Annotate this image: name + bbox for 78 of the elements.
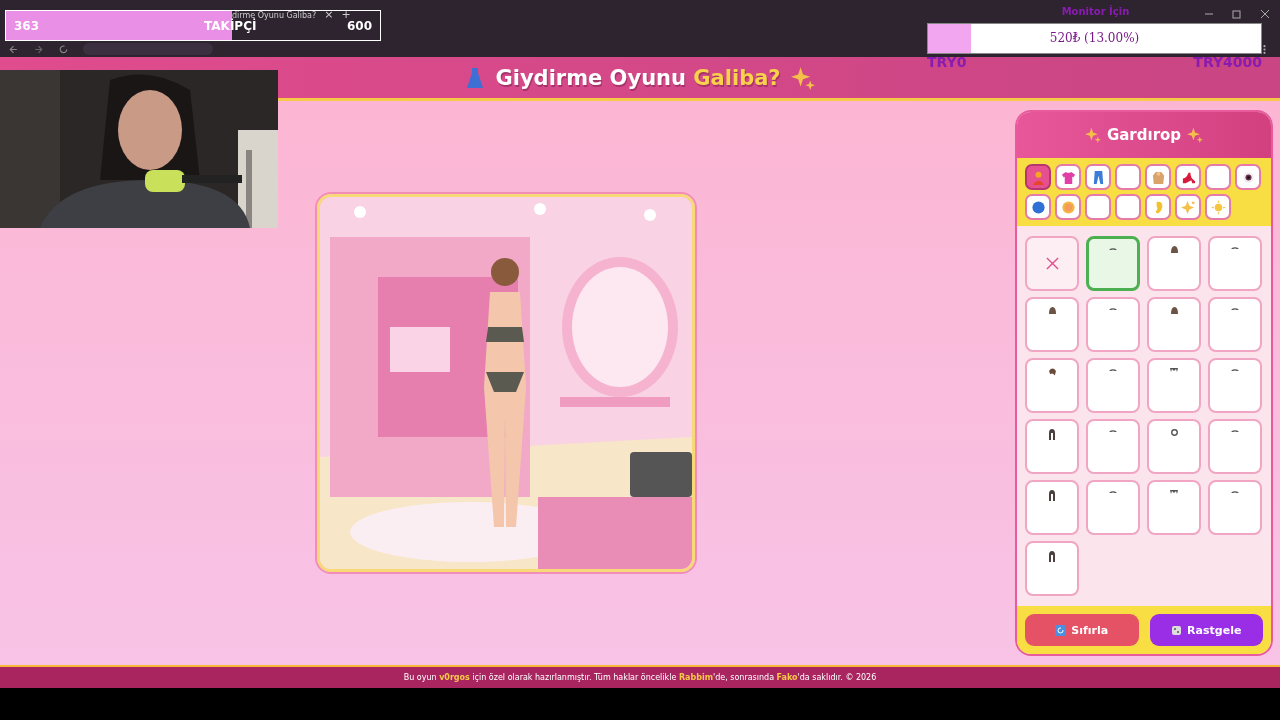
category-tab[interactable] [1235, 164, 1261, 190]
item-slot[interactable] [1025, 236, 1079, 291]
item-slot[interactable] [1208, 480, 1262, 535]
hair-icon [1109, 368, 1117, 372]
reload-icon[interactable] [58, 44, 69, 55]
new-tab-button[interactable]: + [341, 7, 351, 21]
item-slot[interactable] [1086, 480, 1140, 535]
sparkle-icon [1084, 127, 1101, 143]
goal-min: TRY0 [927, 54, 967, 70]
cross-icon [1045, 257, 1059, 270]
refresh-icon [1055, 624, 1067, 636]
item-slot[interactable] [1147, 297, 1201, 352]
tab-close-button[interactable]: × [324, 7, 334, 21]
game-title: Giydirme Oyunu Galiba? [495, 65, 781, 90]
item-slot[interactable] [1208, 419, 1262, 474]
face-icon [1060, 199, 1076, 215]
hair-icon [1170, 368, 1178, 372]
sparkle-icon [1180, 199, 1196, 215]
sun-icon [1210, 199, 1226, 215]
hair-icon [1170, 490, 1178, 494]
item-slot[interactable] [1208, 297, 1262, 352]
eye-icon [1240, 169, 1256, 185]
hair-icon [1231, 246, 1239, 250]
hair-icon [1048, 307, 1056, 314]
person-icon [1030, 169, 1046, 185]
hair-icon [1049, 551, 1055, 562]
maximize-icon[interactable] [1232, 9, 1242, 19]
dice-icon [1171, 624, 1183, 636]
hair-icon [1109, 429, 1117, 433]
item-slot[interactable] [1086, 358, 1140, 413]
item-slot[interactable] [1025, 480, 1079, 535]
wardrobe-title: Gardırop [1106, 126, 1182, 144]
hair-icon [1049, 490, 1055, 501]
item-slot[interactable] [1025, 541, 1079, 596]
category-tab[interactable] [1025, 194, 1051, 220]
category-tab[interactable] [1025, 164, 1051, 190]
hair-icon [1049, 429, 1055, 440]
item-slot[interactable] [1147, 236, 1201, 291]
donation-amount: 520₺ (13.00%) [1049, 31, 1140, 45]
back-icon[interactable] [8, 44, 19, 55]
hair-icon [1231, 490, 1239, 494]
item-slot[interactable] [1086, 419, 1140, 474]
hair-icon [1231, 307, 1239, 311]
hair-icon [1109, 307, 1117, 311]
item-slot[interactable] [1147, 480, 1201, 535]
hair-icon [1170, 429, 1178, 436]
follower-count: 363 [14, 18, 40, 33]
goal-max: TRY4000 [1193, 54, 1262, 70]
coat-icon [1150, 169, 1166, 185]
ball-icon [1030, 199, 1046, 215]
item-slot[interactable] [1086, 297, 1140, 352]
reset-button[interactable]: Sıfırla [1025, 614, 1139, 646]
hair-icon [1109, 490, 1117, 494]
hair-icon [1109, 247, 1117, 251]
dress-icon [465, 66, 486, 89]
footer-text: Bu oyun v0rgos için özel olarak hazırlanmıştır. Tüm haklar öncelikle Rabbim'de, sonrasında Fako'da saklıdır. © 2026 [403, 673, 877, 682]
close-icon[interactable] [1260, 9, 1270, 19]
item-slot[interactable] [1147, 419, 1201, 474]
item-slot[interactable] [1147, 358, 1201, 413]
donation-title: Monitor İçin [1061, 6, 1130, 17]
hair-icon [1170, 246, 1178, 253]
follower-target: 600 [346, 18, 372, 33]
item-slot[interactable] [1208, 236, 1262, 291]
item-slot[interactable] [1025, 297, 1079, 352]
hair-icon [1048, 368, 1056, 376]
random-button[interactable]: Rastgele [1149, 614, 1263, 646]
item-slot[interactable] [1025, 419, 1079, 474]
item-slot[interactable] [1025, 358, 1079, 413]
category-tab[interactable] [1175, 164, 1201, 190]
item-slot[interactable] [1086, 236, 1140, 291]
hair-icon [1231, 368, 1239, 372]
forward-icon[interactable] [33, 44, 44, 55]
item-slot[interactable] [1208, 358, 1262, 413]
hair-icon [1231, 429, 1239, 433]
sparkle-icon [1187, 127, 1204, 143]
sparkle-icon [790, 65, 815, 90]
shirt-icon [1060, 169, 1076, 185]
hair-icon [1170, 307, 1178, 314]
